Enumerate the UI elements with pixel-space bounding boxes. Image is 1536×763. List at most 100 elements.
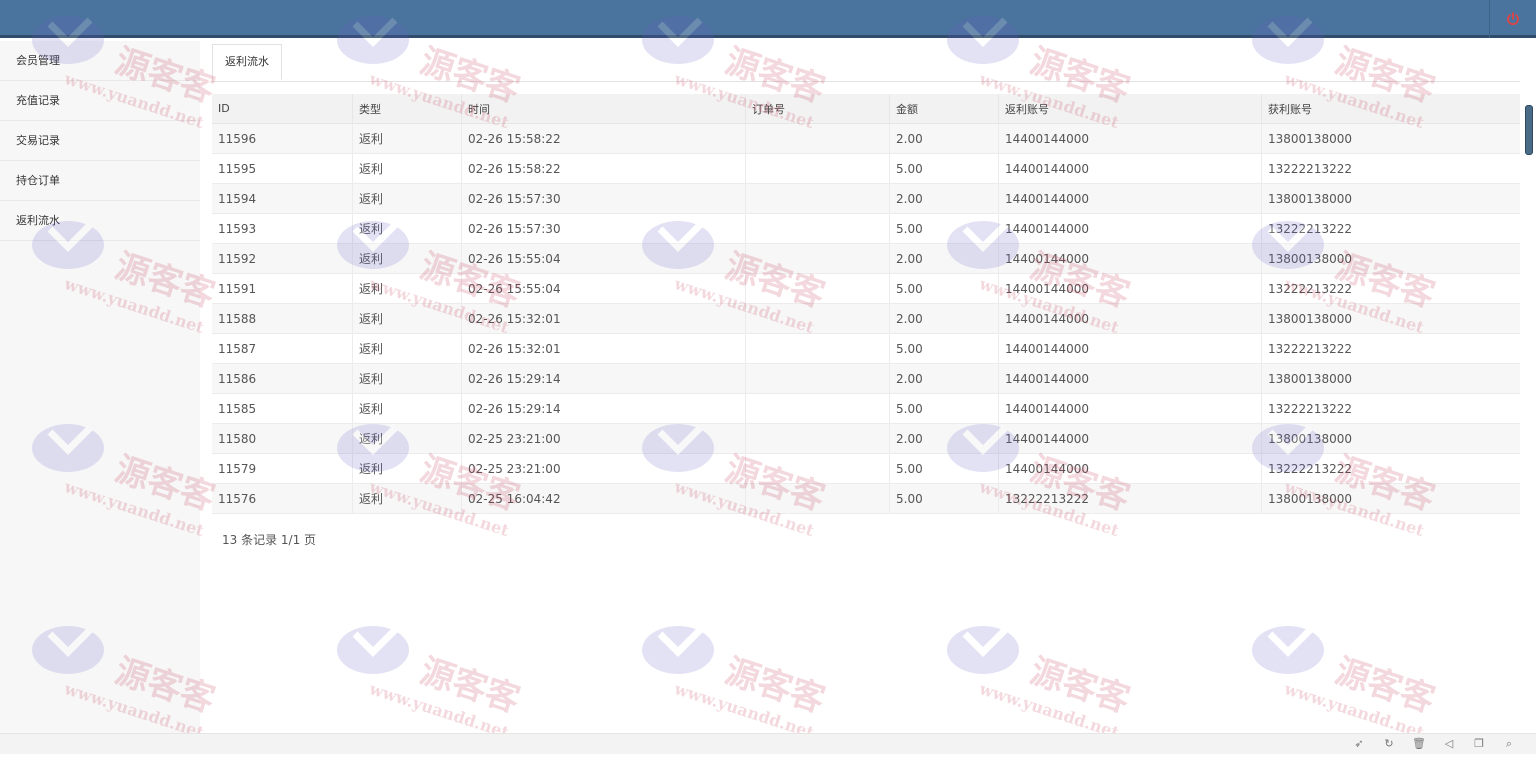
table-row[interactable]: 11587 返利 02-26 15:32:01 5.00 14400144000 1322… xyxy=(212,333,1520,364)
cell-profit-account: 13800138000 xyxy=(1261,363,1520,394)
cell-id: 11580 xyxy=(212,423,353,454)
svg-text:源客客: 源客客 xyxy=(415,651,524,721)
cell-type: 返利 xyxy=(352,453,462,484)
sidebar-item-trades[interactable]: 交易记录 xyxy=(0,121,200,161)
tab-rebate-flow[interactable]: 返利流水 xyxy=(212,44,282,80)
cell-id: 11588 xyxy=(212,303,353,334)
cell-id: 11585 xyxy=(212,393,353,424)
cell-profit-account: 13800138000 xyxy=(1261,483,1520,514)
cell-amount: 2.00 xyxy=(889,303,999,334)
column-header-id[interactable]: ID xyxy=(212,94,353,124)
cell-time: 02-25 23:21:00 xyxy=(461,423,746,454)
cell-profit-account: 13800138000 xyxy=(1261,183,1520,214)
cell-type: 返利 xyxy=(352,483,462,514)
search-icon[interactable]: ⌕ xyxy=(1502,737,1516,751)
cell-profit-account: 13800138000 xyxy=(1261,243,1520,274)
cell-rebate-account: 14400144000 xyxy=(998,123,1262,154)
table-row[interactable]: 11595 返利 02-26 15:58:22 5.00 14400144000 1322… xyxy=(212,153,1520,184)
cell-amount: 5.00 xyxy=(889,483,999,514)
cell-order xyxy=(745,273,890,304)
cell-amount: 5.00 xyxy=(889,333,999,364)
cell-amount: 2.00 xyxy=(889,183,999,214)
cell-order xyxy=(745,183,890,214)
cell-order xyxy=(745,423,890,454)
scrollbar-thumb[interactable] xyxy=(1525,105,1533,155)
top-header-bar xyxy=(0,0,1536,38)
refresh-icon[interactable]: ↻ xyxy=(1382,737,1396,751)
sidebar: 会员管理 充值记录 交易记录 持仓订单 返利流水 xyxy=(0,41,200,754)
cell-amount: 5.00 xyxy=(889,393,999,424)
cell-order xyxy=(745,243,890,274)
column-header-order[interactable]: 订单号 xyxy=(745,94,890,124)
cell-time: 02-26 15:32:01 xyxy=(461,303,746,334)
cell-type: 返利 xyxy=(352,393,462,424)
cell-type: 返利 xyxy=(352,213,462,244)
table-row[interactable]: 11585 返利 02-26 15:29:14 5.00 14400144000 1322… xyxy=(212,393,1520,424)
cell-rebate-account: 14400144000 xyxy=(998,333,1262,364)
sidebar-item-members[interactable]: 会员管理 xyxy=(0,41,200,81)
cell-amount: 2.00 xyxy=(889,123,999,154)
cell-id: 11593 xyxy=(212,213,353,244)
window-icon[interactable]: ❐ xyxy=(1472,737,1486,751)
table-row[interactable]: 11594 返利 02-26 15:57:30 2.00 14400144000 1380… xyxy=(212,183,1520,214)
cell-id: 11591 xyxy=(212,273,353,304)
cell-time: 02-26 15:55:04 xyxy=(461,273,746,304)
cell-order xyxy=(745,333,890,364)
cell-id: 11586 xyxy=(212,363,353,394)
cell-profit-account: 13800138000 xyxy=(1261,303,1520,334)
cell-order xyxy=(745,123,890,154)
pagination-info: 13 条记录 1/1 页 xyxy=(222,533,317,547)
column-header-type[interactable]: 类型 xyxy=(352,94,462,124)
column-header-time[interactable]: 时间 xyxy=(461,94,746,124)
cell-profit-account: 13222213222 xyxy=(1261,393,1520,424)
cell-type: 返利 xyxy=(352,363,462,394)
cell-profit-account: 13222213222 xyxy=(1261,273,1520,304)
cell-amount: 2.00 xyxy=(889,423,999,454)
cell-time: 02-26 15:57:30 xyxy=(461,183,746,214)
cell-profit-account: 13800138000 xyxy=(1261,423,1520,454)
cell-time: 02-26 15:29:14 xyxy=(461,393,746,424)
logout-button[interactable] xyxy=(1489,0,1536,38)
cell-rebate-account: 14400144000 xyxy=(998,273,1262,304)
table-row[interactable]: 11579 返利 02-25 23:21:00 5.00 14400144000 1322… xyxy=(212,453,1520,484)
cell-order xyxy=(745,303,890,334)
trash-icon[interactable]: 🗑 xyxy=(1412,737,1426,751)
cell-amount: 5.00 xyxy=(889,273,999,304)
table-row[interactable]: 11593 返利 02-26 15:57:30 5.00 14400144000 1322… xyxy=(212,213,1520,244)
cell-rebate-account: 14400144000 xyxy=(998,243,1262,274)
cell-time: 02-26 15:58:22 xyxy=(461,153,746,184)
sidebar-item-recharge[interactable]: 充值记录 xyxy=(0,81,200,121)
cell-type: 返利 xyxy=(352,153,462,184)
cell-id: 11596 xyxy=(212,123,353,154)
table-row[interactable]: 11596 返利 02-26 15:58:22 2.00 14400144000 1380… xyxy=(212,123,1520,154)
cell-rebate-account: 14400144000 xyxy=(998,183,1262,214)
column-header-rebate-account[interactable]: 返利账号 xyxy=(998,94,1262,124)
cell-id: 11587 xyxy=(212,333,353,364)
speaker-icon[interactable]: ◁ xyxy=(1442,737,1456,751)
power-icon xyxy=(1507,12,1519,26)
cell-order xyxy=(745,363,890,394)
cell-type: 返利 xyxy=(352,273,462,304)
cell-rebate-account: 14400144000 xyxy=(998,393,1262,424)
cell-amount: 2.00 xyxy=(889,363,999,394)
table-row[interactable]: 11586 返利 02-26 15:29:14 2.00 14400144000 1380… xyxy=(212,363,1520,394)
table-row[interactable]: 11591 返利 02-26 15:55:04 5.00 14400144000 1322… xyxy=(212,273,1520,304)
cell-type: 返利 xyxy=(352,333,462,364)
rocket-icon[interactable]: ➶ xyxy=(1352,737,1366,751)
cell-profit-account: 13800138000 xyxy=(1261,123,1520,154)
sidebar-item-positions[interactable]: 持仓订单 xyxy=(0,161,200,201)
table-row[interactable]: 11580 返利 02-25 23:21:00 2.00 14400144000 1380… xyxy=(212,423,1520,454)
column-header-profit-account[interactable]: 获利账号 xyxy=(1261,94,1520,124)
sidebar-item-rebates[interactable]: 返利流水 xyxy=(0,201,200,241)
table-row[interactable]: 11576 返利 02-25 16:04:42 5.00 13222213222 1380… xyxy=(212,483,1520,514)
cell-rebate-account: 14400144000 xyxy=(998,363,1262,394)
table-row[interactable]: 11588 返利 02-26 15:32:01 2.00 14400144000 1380… xyxy=(212,303,1520,334)
table-row[interactable]: 11592 返利 02-26 15:55:04 2.00 14400144000 1380… xyxy=(212,243,1520,274)
cell-order xyxy=(745,153,890,184)
svg-text:源客客: 源客客 xyxy=(1330,651,1439,721)
cell-amount: 5.00 xyxy=(889,453,999,484)
column-header-amount[interactable]: 金额 xyxy=(889,94,999,124)
cell-rebate-account: 14400144000 xyxy=(998,153,1262,184)
bottom-tray: ➶ ↻ 🗑 ◁ ❐ ⌕ xyxy=(0,733,1536,754)
svg-text:源客客: 源客客 xyxy=(1025,651,1134,721)
